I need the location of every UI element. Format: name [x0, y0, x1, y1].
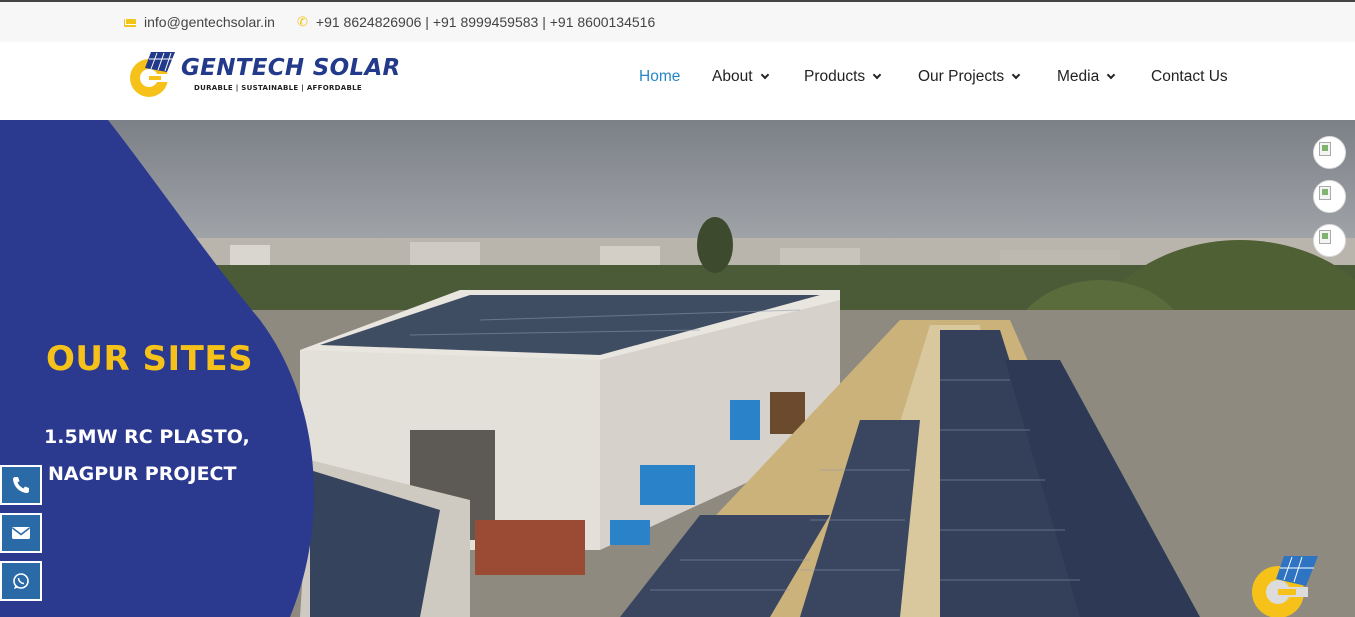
envelope-icon: [12, 527, 30, 539]
chevron-down-icon: [872, 70, 882, 80]
hero-subtitle-line1: 1.5MW RC PLASTO,: [44, 426, 250, 448]
broken-image-icon: [1319, 230, 1331, 244]
nav-products-label: Products: [804, 68, 866, 85]
broken-image-icon: [1319, 186, 1331, 200]
chevron-down-icon: [1106, 70, 1116, 80]
logo-mark-icon: [130, 52, 175, 97]
hero-title: OUR SITES: [46, 339, 254, 379]
chevron-down-icon: [1011, 70, 1021, 80]
phone-icon: [13, 477, 29, 493]
nav-our-projects[interactable]: Our Projects: [918, 67, 1021, 87]
call-button[interactable]: [0, 465, 42, 505]
envelope-icon: [124, 19, 136, 27]
brand-name: GENTECH SOLAR: [181, 55, 401, 81]
email-button[interactable]: [0, 513, 42, 553]
email-contact[interactable]: info@gentechsolar.in: [124, 14, 275, 30]
logo-badge-icon[interactable]: [1248, 554, 1318, 617]
nav-home-label: Home: [639, 68, 681, 85]
hero-subtitle-line2: NAGPUR PROJECT: [48, 463, 237, 485]
nav-media[interactable]: Media: [1057, 67, 1116, 87]
nav-media-label: Media: [1057, 68, 1100, 85]
social-link-1[interactable]: [1313, 136, 1346, 169]
brand-tagline: DURABLE | SUSTAINABLE | AFFORDABLE: [194, 84, 362, 92]
phone-numbers-text[interactable]: +91 8624826906 | +91 8999459583 | +91 86…: [316, 14, 655, 30]
whatsapp-button[interactable]: [0, 561, 42, 601]
nav-about-label: About: [712, 68, 753, 85]
whatsapp-icon: [13, 573, 29, 589]
nav-our-projects-label: Our Projects: [918, 68, 1005, 85]
brand-logo[interactable]: GENTECH SOLAR DURABLE | SUSTAINABLE | AF…: [127, 50, 400, 100]
top-contact-bar: info@gentechsolar.in ✆ +91 8624826906 | …: [0, 0, 1355, 42]
nav-about[interactable]: About: [712, 67, 769, 87]
hero-banner: OUR SITES 1.5MW RC PLASTO, NAGPUR PROJEC…: [0, 120, 1355, 617]
social-link-3[interactable]: [1313, 224, 1346, 257]
chevron-down-icon: [760, 70, 769, 80]
nav-home[interactable]: Home: [639, 67, 680, 87]
phone-contact[interactable]: ✆ +91 8624826906 | +91 8999459583 | +91 …: [297, 14, 655, 30]
email-text[interactable]: info@gentechsolar.in: [144, 14, 275, 30]
nav-contact-us-label: Contact Us: [1151, 68, 1228, 85]
social-link-2[interactable]: [1313, 180, 1346, 213]
broken-image-icon: [1319, 142, 1331, 156]
nav-products[interactable]: Products: [804, 67, 882, 87]
nav-contact-us[interactable]: Contact Us: [1151, 67, 1228, 87]
phone-icon: ✆: [297, 14, 308, 29]
site-header: GENTECH SOLAR DURABLE | SUSTAINABLE | AF…: [0, 42, 1355, 120]
